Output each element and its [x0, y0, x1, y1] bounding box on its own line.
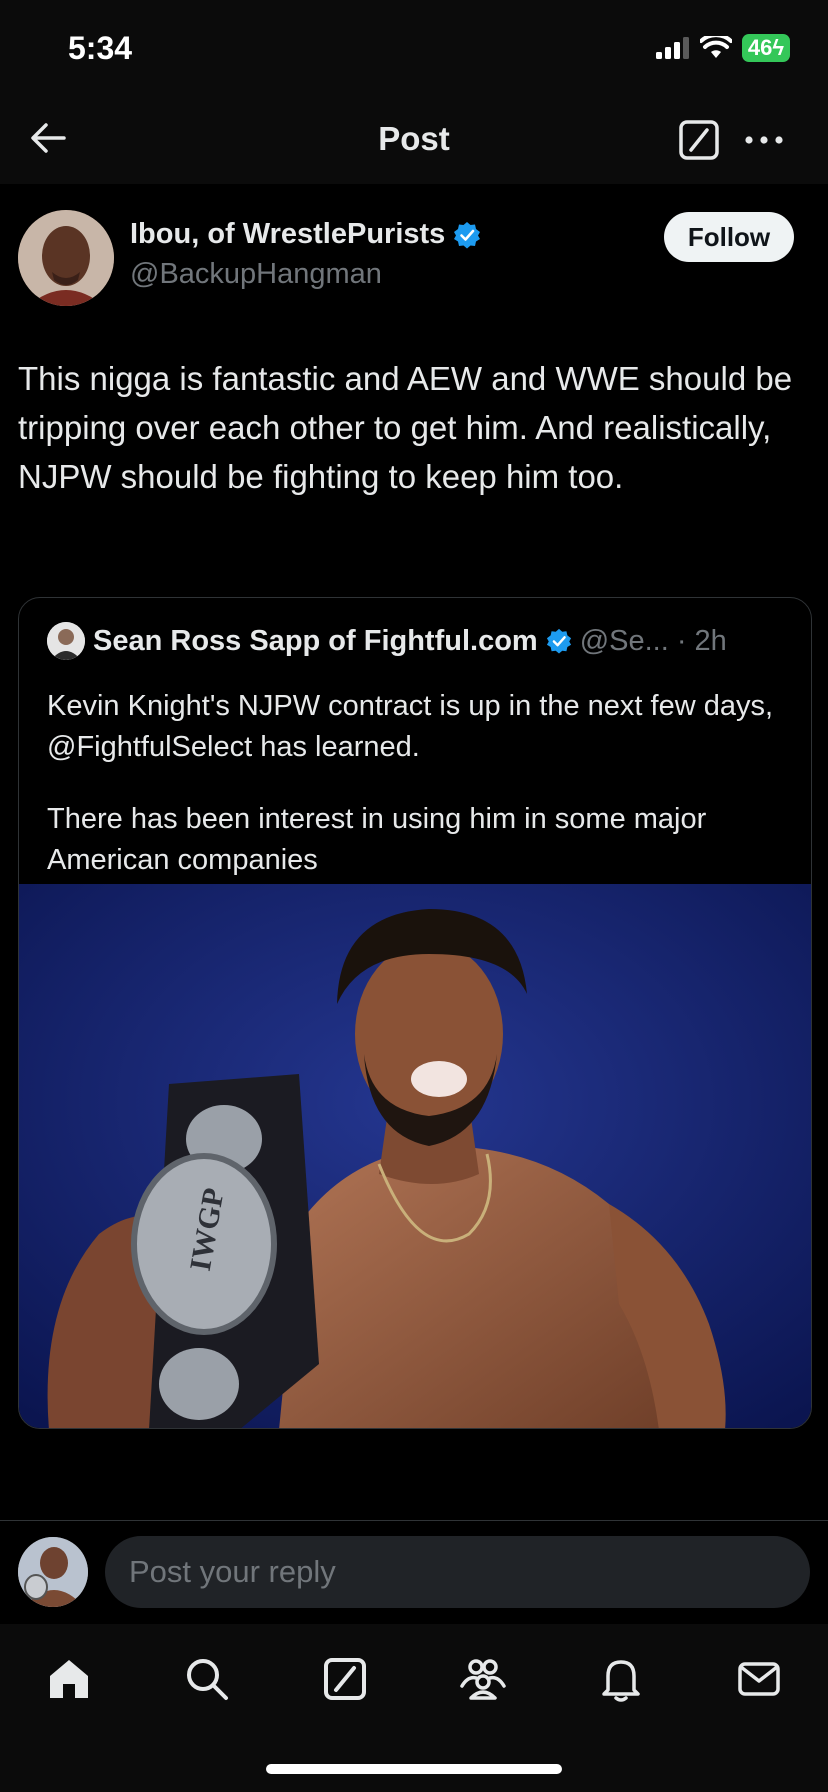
messages-icon[interactable]: [734, 1654, 784, 1704]
quote-author-name: Sean Ross Sapp of Fightful.com: [93, 624, 538, 657]
home-icon[interactable]: [44, 1654, 94, 1704]
author-name-row[interactable]: Ibou, of WrestlePurists: [130, 218, 481, 251]
communities-icon[interactable]: [458, 1654, 508, 1704]
battery-indicator: 46ϟ: [741, 34, 790, 62]
quote-header: Sean Ross Sapp of Fightful.com @Se... · …: [47, 622, 727, 660]
quote-text-line: There has been interest in using him in …: [47, 803, 707, 876]
quote-media-image[interactable]: IWGP: [19, 884, 811, 1429]
notifications-icon[interactable]: [596, 1654, 646, 1704]
status-time: 5:34: [68, 30, 133, 66]
user-avatar[interactable]: [18, 1537, 88, 1607]
quote-handle-time: @Se... · 2h: [579, 624, 727, 657]
top-bar: Post: [0, 92, 828, 184]
more-icon[interactable]: [742, 120, 786, 160]
post-text: This nigga is fantastic and AEW and WWE …: [18, 360, 793, 495]
reply-bar: [0, 1520, 828, 1625]
home-indicator: [266, 1764, 562, 1774]
author-avatar[interactable]: [18, 210, 114, 306]
verified-badge-icon: [454, 221, 481, 248]
wifi-icon: [699, 36, 732, 58]
author-handle[interactable]: @BackupHangman: [130, 258, 382, 291]
quote-text-line: Kevin Knight's NJPW contract is up in th…: [47, 690, 774, 763]
quote-text: Kevin Knight's NJPW contract is up in th…: [47, 686, 787, 881]
verified-badge-icon: [546, 628, 571, 654]
quote-author-avatar: [47, 622, 85, 660]
search-icon[interactable]: [182, 1654, 232, 1704]
grok-icon[interactable]: [320, 1654, 370, 1704]
quoted-post[interactable]: Sean Ross Sapp of Fightful.com @Se... · …: [18, 597, 812, 1429]
battery-level: 46: [747, 35, 773, 60]
signal-icon: [655, 37, 689, 59]
grok-icon[interactable]: [679, 120, 719, 160]
reply-input[interactable]: [105, 1536, 810, 1608]
status-bar: 5:34 46ϟ: [0, 0, 828, 92]
author-name[interactable]: Ibou, of WrestlePurists: [130, 218, 445, 251]
follow-button[interactable]: Follow: [664, 212, 794, 262]
charging-icon: ϟ: [772, 35, 784, 60]
status-icons: 46ϟ: [655, 34, 790, 62]
